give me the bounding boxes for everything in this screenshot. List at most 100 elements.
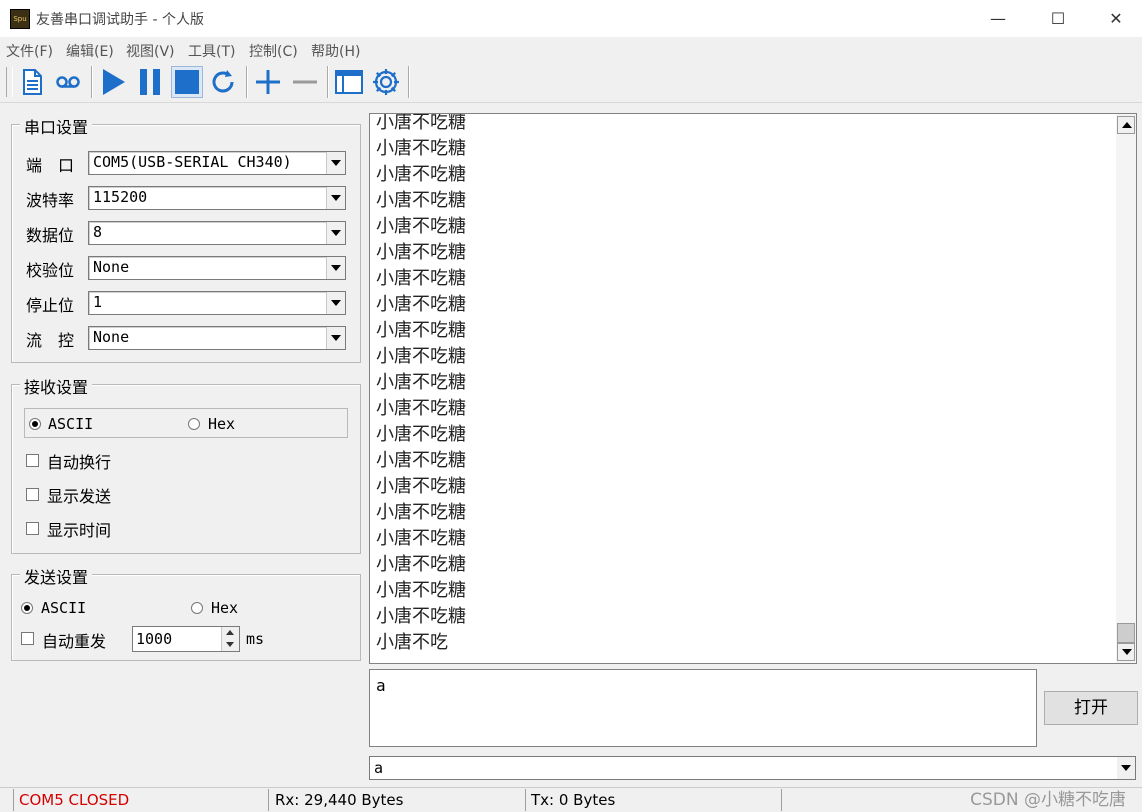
send-ascii-radio[interactable] <box>21 602 33 614</box>
chevron-down-icon[interactable] <box>1117 757 1135 779</box>
minus-icon[interactable] <box>289 66 321 98</box>
send-history-value: a <box>374 759 384 777</box>
receive-line: 小唐不吃 <box>376 632 448 653</box>
minimize-button[interactable]: — <box>968 0 1028 37</box>
record-icon[interactable] <box>52 66 84 98</box>
toolbar-separator <box>246 66 248 98</box>
send-textarea[interactable]: a <box>369 669 1037 747</box>
toolbar <box>0 62 1142 103</box>
maximize-button[interactable]: ☐ <box>1028 0 1088 37</box>
stopbits-select[interactable]: 1 <box>88 291 346 315</box>
flow-select[interactable]: None <box>88 326 346 350</box>
receive-settings-title: 接收设置 <box>20 374 93 398</box>
receive-scrollbar[interactable] <box>1116 114 1136 663</box>
receive-line: 小唐不吃糖 <box>376 528 466 549</box>
window-icon[interactable] <box>333 66 365 98</box>
parity-select[interactable]: None <box>88 256 346 280</box>
show-time-label: 显示时间 <box>47 521 112 540</box>
scroll-up-icon[interactable] <box>1117 116 1135 134</box>
status-bar: COM5 CLOSED Rx: 29,440 Bytes Tx: 0 Bytes… <box>0 787 1142 812</box>
databits-select[interactable]: 8 <box>88 221 346 245</box>
receive-line: 小唐不吃糖 <box>376 242 466 263</box>
pause-icon[interactable] <box>134 66 166 98</box>
play-icon[interactable] <box>97 66 129 98</box>
receive-line: 小唐不吃糖 <box>376 580 466 601</box>
baud-select[interactable]: 115200 <box>88 186 346 210</box>
send-hex-radio[interactable] <box>191 602 203 614</box>
close-button[interactable]: ✕ <box>1086 0 1142 37</box>
receive-textarea[interactable]: 小唐不吃糖 小唐不吃糖 小唐不吃糖 小唐不吃糖 小唐不吃糖 小唐不吃糖 小唐不吃糖 小唐不吃糖… <box>369 113 1137 664</box>
refresh-icon[interactable] <box>207 66 239 98</box>
flow-label: 流 控 <box>26 331 75 350</box>
watermark: CSDN @小糖不吃唐 <box>970 790 1126 810</box>
receive-hex-label: Hex <box>208 415 236 433</box>
send-settings-title: 发送设置 <box>20 564 93 588</box>
chevron-down-icon[interactable] <box>326 222 345 244</box>
menu-control[interactable]: 控制(C) <box>249 41 298 61</box>
menu-edit[interactable]: 编辑(E) <box>66 41 114 61</box>
menu-file[interactable]: 文件(F) <box>6 41 53 61</box>
stop-icon[interactable] <box>171 66 203 98</box>
serial-settings-title: 串口设置 <box>20 114 93 138</box>
receive-line: 小唐不吃糖 <box>376 424 466 445</box>
show-sent-label: 显示发送 <box>47 487 112 506</box>
menu-bar: 文件(F) 编辑(E) 视图(V) 工具(T) 控制(C) 帮助(H) <box>0 37 1142 61</box>
receive-line: 小唐不吃糖 <box>376 554 466 575</box>
interval-value: 1000 <box>136 630 173 648</box>
port-select[interactable]: COM5(USB-SERIAL CH340) <box>88 151 346 175</box>
stopbits-label: 停止位 <box>26 296 75 315</box>
title-bar: Spu 友善串口调试助手 - 个人版 — ☐ ✕ <box>0 0 1142 37</box>
auto-wrap-checkbox[interactable] <box>26 454 39 467</box>
chevron-down-icon[interactable] <box>326 152 345 174</box>
receive-mode-box: ASCII Hex <box>24 408 348 438</box>
menu-help[interactable]: 帮助(H) <box>311 41 360 61</box>
receive-line: 小唐不吃糖 <box>376 268 466 289</box>
chevron-down-icon[interactable] <box>326 257 345 279</box>
receive-line: 小唐不吃糖 <box>376 320 466 341</box>
receive-line: 小唐不吃糖 <box>376 398 466 419</box>
new-document-icon[interactable] <box>16 66 48 98</box>
receive-line: 小唐不吃糖 <box>376 476 466 497</box>
interval-stepper[interactable]: 1000 <box>132 626 240 652</box>
receive-line: 小唐不吃糖 <box>376 138 466 159</box>
receive-line: 小唐不吃糖 <box>376 502 466 523</box>
toolbar-separator <box>327 66 329 98</box>
baud-value: 115200 <box>93 188 148 206</box>
stopbits-value: 1 <box>93 293 103 311</box>
toolbar-separator <box>91 66 93 98</box>
receive-hex-radio[interactable] <box>188 418 200 430</box>
show-time-checkbox[interactable] <box>26 522 39 535</box>
port-value: COM5(USB-SERIAL CH340) <box>93 153 292 171</box>
receive-line: 小唐不吃糖 <box>376 372 466 393</box>
flow-value: None <box>93 328 130 346</box>
parity-value: None <box>93 258 130 276</box>
auto-resend-checkbox[interactable] <box>21 632 34 645</box>
gear-icon[interactable] <box>370 66 402 98</box>
receive-ascii-radio[interactable] <box>29 418 41 430</box>
stepper-buttons[interactable] <box>221 627 239 651</box>
chevron-down-icon[interactable] <box>326 292 345 314</box>
open-button[interactable]: 打开 <box>1044 691 1138 725</box>
scroll-down-icon[interactable] <box>1117 643 1135 661</box>
send-history-select[interactable]: a <box>369 756 1136 780</box>
plus-icon[interactable] <box>252 66 284 98</box>
tx-count: Tx: 0 Bytes <box>526 789 782 811</box>
databits-value: 8 <box>93 223 103 241</box>
port-status: COM5 CLOSED <box>13 789 269 811</box>
chevron-down-icon[interactable] <box>326 327 345 349</box>
auto-resend-label: 自动重发 <box>42 632 107 651</box>
toolbar-separator <box>408 66 410 98</box>
show-sent-checkbox[interactable] <box>26 488 39 501</box>
menu-view[interactable]: 视图(V) <box>126 41 175 61</box>
send-settings-group: 发送设置 ASCII Hex 自动重发 1000 ms <box>11 564 361 661</box>
menu-tools[interactable]: 工具(T) <box>188 41 235 61</box>
chevron-down-icon[interactable] <box>326 187 345 209</box>
parity-label: 校验位 <box>26 261 75 280</box>
receive-line: 小唐不吃糖 <box>376 216 466 237</box>
databits-label: 数据位 <box>26 226 75 245</box>
stepper-up-icon[interactable] <box>226 630 234 635</box>
stepper-down-icon[interactable] <box>226 642 234 647</box>
receive-line: 小唐不吃糖 <box>376 164 466 185</box>
toolbar-grip[interactable] <box>6 67 13 97</box>
scroll-thumb[interactable] <box>1117 623 1135 643</box>
